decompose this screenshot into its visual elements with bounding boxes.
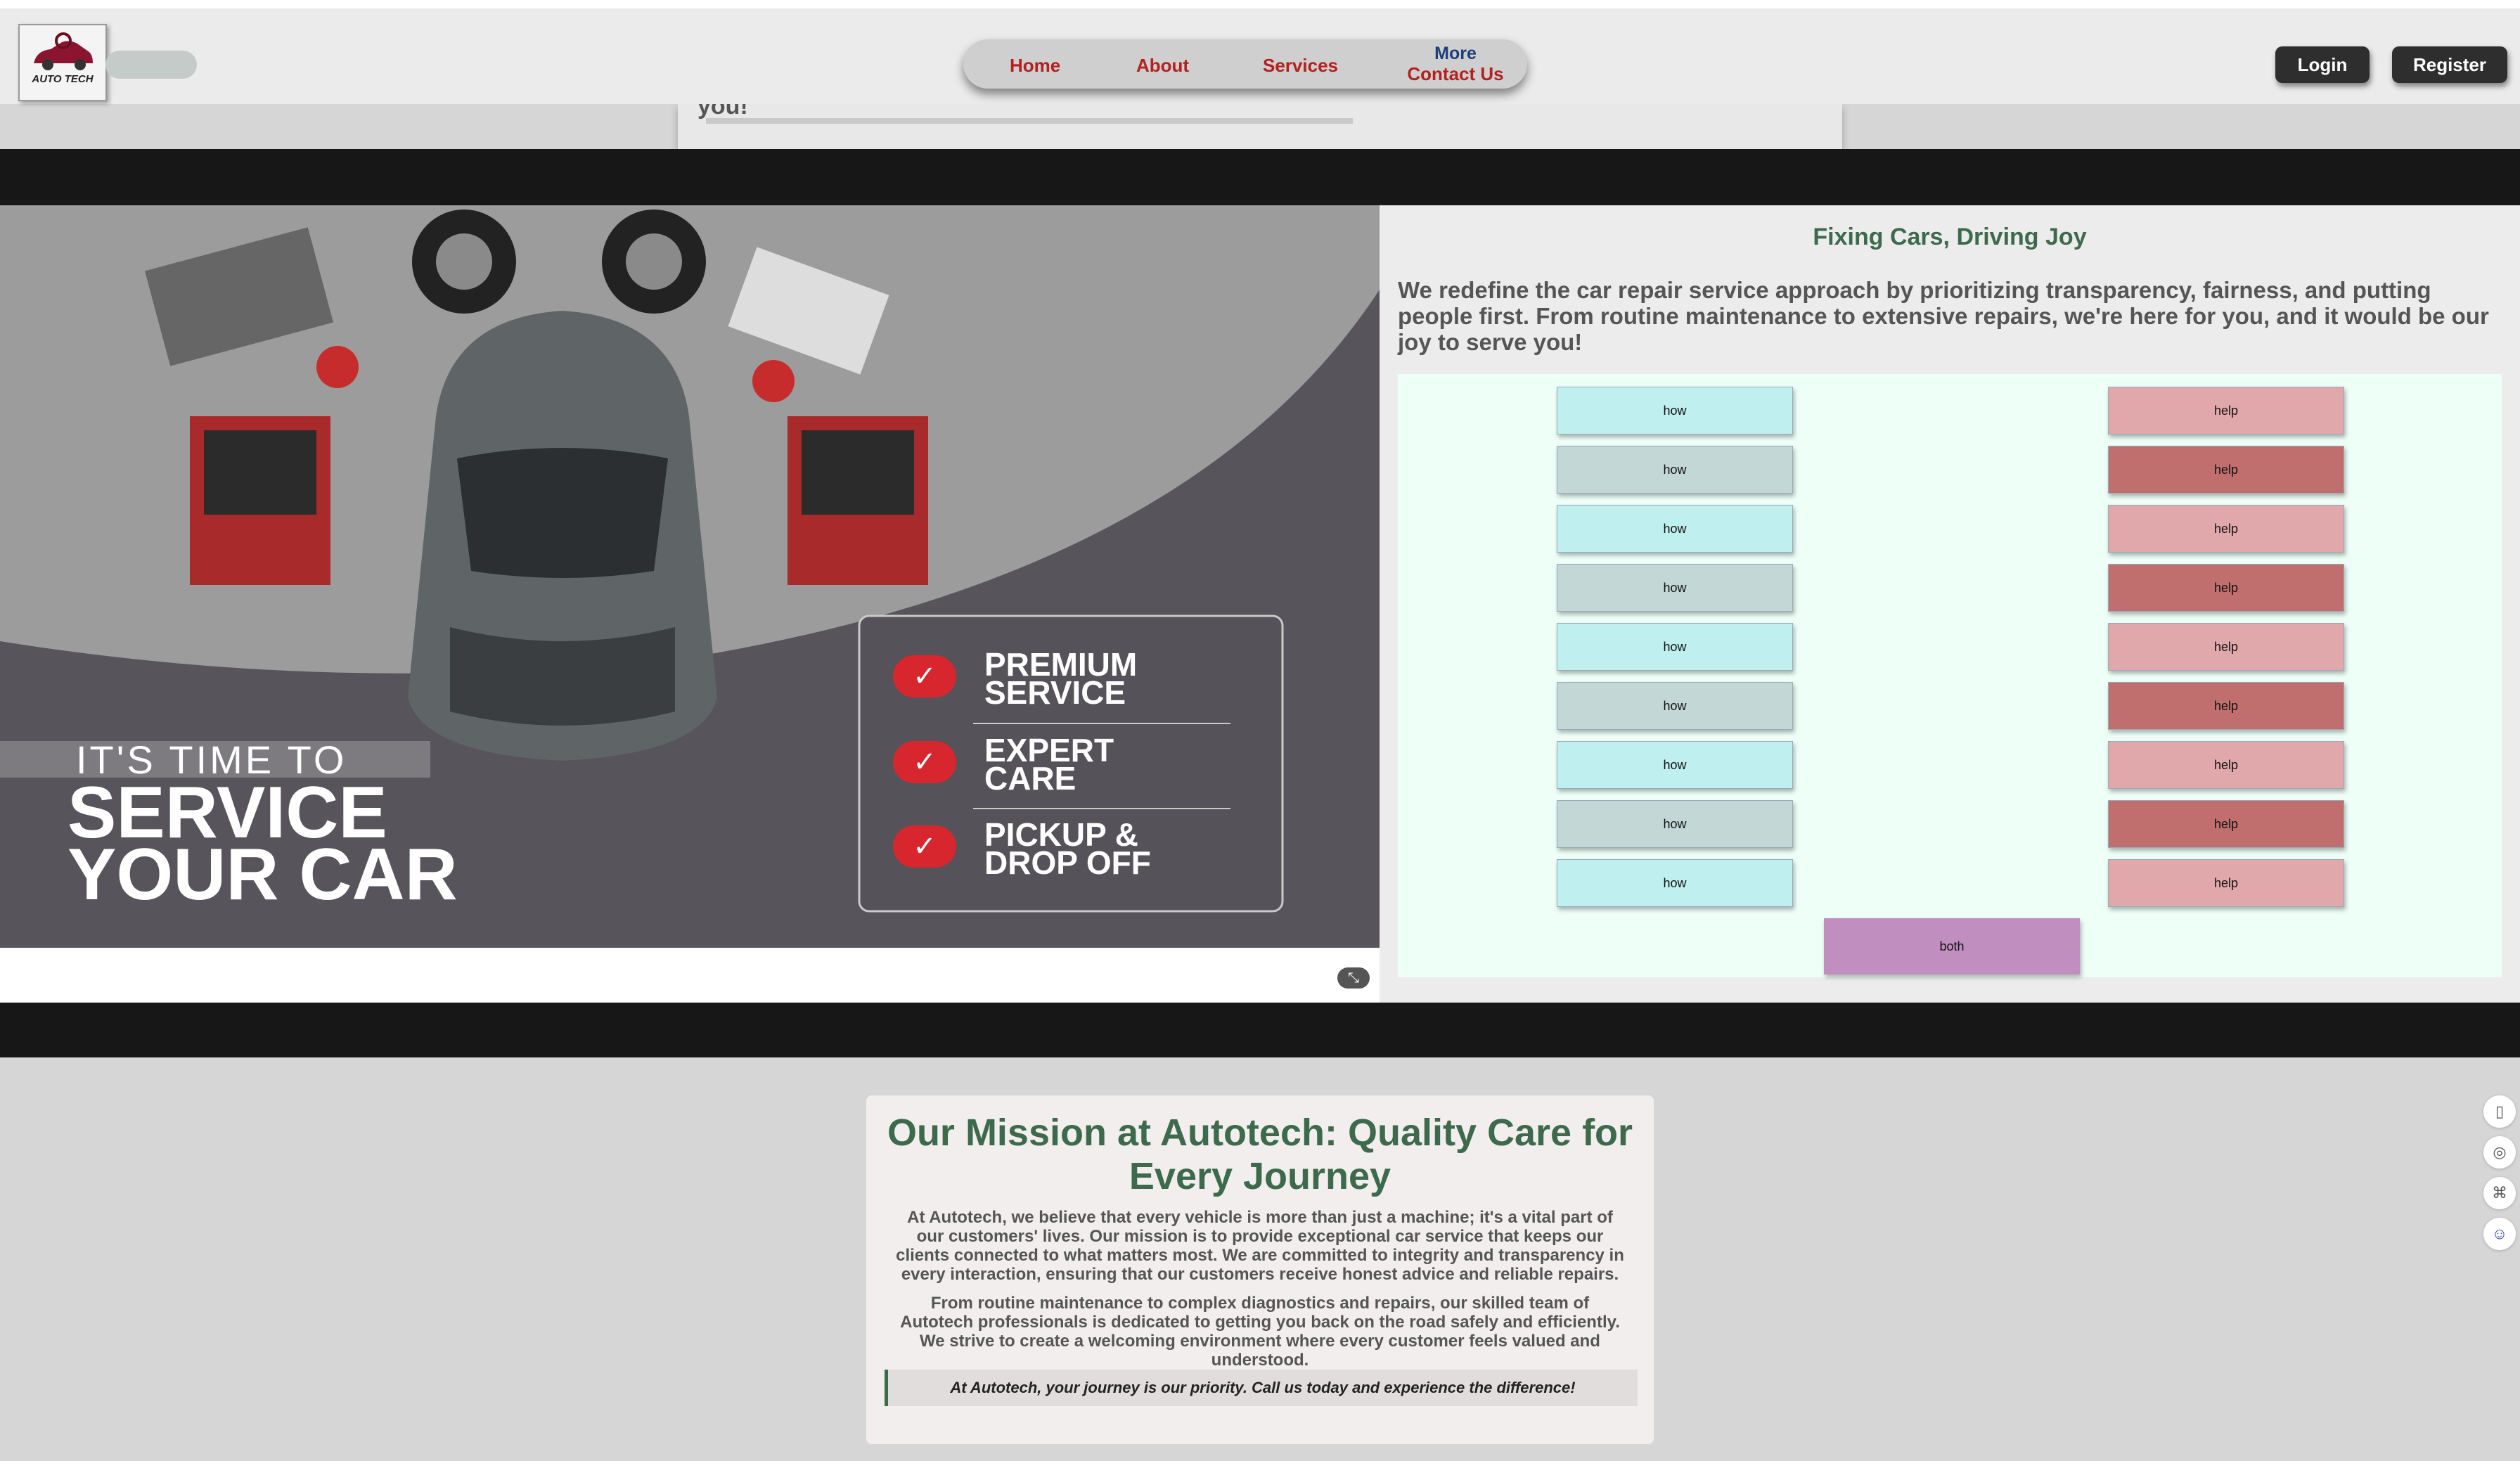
nav-contact[interactable]: Contact Us <box>1399 63 1512 85</box>
panel-title: Fixing Cars, Driving Joy <box>1813 224 2087 250</box>
previous-section-bar <box>706 118 1353 124</box>
feature-item: ✓ EXPERT CARE <box>893 732 1259 804</box>
nav-about[interactable]: About <box>1136 55 1189 77</box>
help-button[interactable]: help <box>2108 800 2344 848</box>
help-button[interactable]: help <box>2108 682 2344 730</box>
how-button[interactable]: how <box>1557 859 1793 907</box>
check-icon: ✓ <box>893 741 956 783</box>
how-button[interactable]: how <box>1557 505 1793 553</box>
button-grid: how how how how how how how how how help… <box>1398 374 2502 977</box>
nav-more[interactable]: More <box>1399 44 1512 64</box>
how-button[interactable]: how <box>1557 446 1793 494</box>
register-button[interactable]: Register <box>2392 46 2507 83</box>
mission-quote: At Autotech, your journey is our priorit… <box>885 1370 1638 1406</box>
logo[interactable]: AUTO TECH <box>18 24 107 101</box>
help-button[interactable]: help <box>2108 387 2344 435</box>
nav-services[interactable]: Services <box>1263 55 1338 77</box>
dark-band-top <box>0 149 2520 205</box>
help-button[interactable]: help <box>2108 446 2344 494</box>
previous-section-card: you! <box>678 93 1842 149</box>
about-panel: Fixing Cars, Driving Joy We redefine the… <box>1380 205 2520 1003</box>
main-nav: Home About Services More Contact Us <box>963 39 1527 89</box>
how-button[interactable]: how <box>1557 741 1793 789</box>
site-header: AUTO TECH Home About Services More Conta… <box>0 8 2520 104</box>
how-button[interactable]: how <box>1557 682 1793 730</box>
help-button[interactable]: help <box>2108 859 2344 907</box>
both-button[interactable]: both <box>1824 918 2080 974</box>
hero-banner: IT'S TIME TO SERVICE YOUR CAR ✓ PREMIUM … <box>0 205 1380 948</box>
login-button[interactable]: Login <box>2275 46 2370 83</box>
check-icon: ✓ <box>893 655 956 697</box>
feature-label-line2: DROP OFF <box>984 844 1151 881</box>
command-icon[interactable]: ⌘ <box>2483 1177 2516 1209</box>
nav-more-group: More Contact Us <box>1399 39 1512 89</box>
how-button[interactable]: how <box>1557 623 1793 671</box>
help-button[interactable]: help <box>2108 623 2344 671</box>
help-button[interactable]: help <box>2108 564 2344 612</box>
feature-item: ✓ PREMIUM SERVICE <box>893 646 1259 719</box>
dark-band-bottom <box>0 1003 2520 1057</box>
mission-title: Our Mission at Autotech: Quality Care fo… <box>887 1112 1633 1197</box>
book-icon[interactable]: ▯ <box>2483 1095 2516 1128</box>
mission-paragraph-1: At Autotech, we believe that every vehic… <box>896 1208 1624 1284</box>
feature-label-line2: CARE <box>984 760 1076 797</box>
how-button[interactable]: how <box>1557 800 1793 848</box>
expand-toggle-icon[interactable]: ⤡ <box>1337 967 1370 989</box>
search-pill[interactable] <box>105 51 197 79</box>
help-button[interactable]: help <box>2108 741 2344 789</box>
hero-tagline-line2: YOUR CAR <box>68 834 458 915</box>
check-icon: ✓ <box>893 825 956 868</box>
mission-paragraph-2: From routine maintenance to complex diag… <box>900 1294 1620 1370</box>
feature-label-line2: SERVICE <box>984 674 1126 711</box>
panel-description: We redefine the car repair service appro… <box>1398 277 2489 355</box>
car-logo-icon <box>34 32 93 70</box>
logo-text: AUTO TECH <box>32 73 94 85</box>
hero-caption-area <box>0 948 1380 1003</box>
face-icon[interactable]: ☺ <box>2483 1218 2516 1250</box>
fingerprint-icon[interactable]: ◎ <box>2483 1136 2516 1169</box>
how-button[interactable]: how <box>1557 564 1793 612</box>
nav-home[interactable]: Home <box>1010 55 1060 77</box>
how-button[interactable]: how <box>1557 387 1793 435</box>
mission-card: Our Mission at Autotech: Quality Care fo… <box>866 1095 1654 1444</box>
feature-item: ✓ PICKUP & DROP OFF <box>893 816 1259 889</box>
top-strip <box>0 0 2520 8</box>
help-button[interactable]: help <box>2108 505 2344 553</box>
